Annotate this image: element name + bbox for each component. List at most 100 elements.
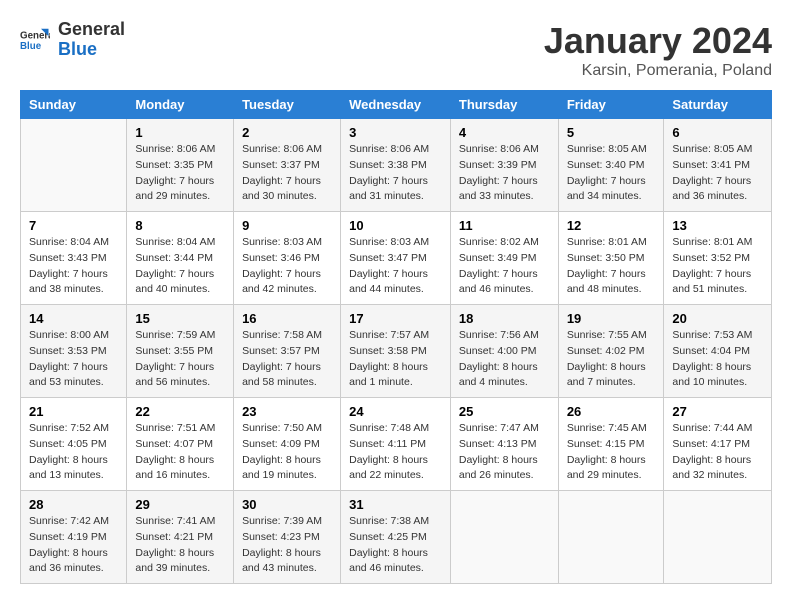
day-number: 16: [242, 311, 332, 326]
svg-text:Blue: Blue: [20, 41, 42, 52]
calendar-cell: 3 Sunrise: 8:06 AMSunset: 3:38 PMDaylight…: [341, 119, 451, 212]
week-row-2: 7 Sunrise: 8:04 AMSunset: 3:43 PMDaylight…: [21, 212, 772, 305]
cell-info: Sunrise: 7:47 AMSunset: 4:13 PMDaylight:…: [459, 421, 550, 484]
calendar-cell: 12 Sunrise: 8:01 AMSunset: 3:50 PMDayligh…: [558, 212, 664, 305]
cell-info: Sunrise: 7:45 AMSunset: 4:15 PMDaylight:…: [567, 421, 656, 484]
calendar-cell: 16 Sunrise: 7:58 AMSunset: 3:57 PMDayligh…: [234, 305, 341, 398]
cell-info: Sunrise: 8:05 AMSunset: 3:40 PMDaylight:…: [567, 142, 656, 205]
logo-icon: General Blue: [20, 25, 50, 55]
day-number: 4: [459, 125, 550, 140]
cell-info: Sunrise: 8:03 AMSunset: 3:46 PMDaylight:…: [242, 235, 332, 298]
calendar-cell: 22 Sunrise: 7:51 AMSunset: 4:07 PMDayligh…: [127, 398, 234, 491]
day-number: 15: [135, 311, 225, 326]
calendar-cell: [21, 119, 127, 212]
calendar-cell: 17 Sunrise: 7:57 AMSunset: 3:58 PMDayligh…: [341, 305, 451, 398]
header-cell-saturday: Saturday: [664, 91, 772, 119]
calendar-cell: 27 Sunrise: 7:44 AMSunset: 4:17 PMDayligh…: [664, 398, 772, 491]
calendar-cell: 13 Sunrise: 8:01 AMSunset: 3:52 PMDayligh…: [664, 212, 772, 305]
day-number: 20: [672, 311, 763, 326]
week-row-1: 1Sunrise: 8:06 AMSunset: 3:35 PMDaylight…: [21, 119, 772, 212]
calendar-cell: 29Sunrise: 7:41 AMSunset: 4:21 PMDayligh…: [127, 491, 234, 584]
day-number: 26: [567, 404, 656, 419]
cell-info: Sunrise: 7:56 AMSunset: 4:00 PMDaylight:…: [459, 328, 550, 391]
main-title: January 2024: [544, 20, 772, 62]
cell-info: Sunrise: 8:06 AMSunset: 3:38 PMDaylight:…: [349, 142, 442, 205]
cell-info: Sunrise: 7:39 AMSunset: 4:23 PMDaylight:…: [242, 514, 332, 577]
day-number: 7: [29, 218, 118, 233]
calendar-table: SundayMondayTuesdayWednesdayThursdayFrid…: [20, 90, 772, 584]
calendar-cell: 7 Sunrise: 8:04 AMSunset: 3:43 PMDaylight…: [21, 212, 127, 305]
cell-info: Sunrise: 8:04 AMSunset: 3:43 PMDaylight:…: [29, 235, 118, 298]
day-number: 8: [135, 218, 225, 233]
logo: General Blue General Blue: [20, 20, 125, 60]
cell-info: Sunrise: 8:01 AMSunset: 3:52 PMDaylight:…: [672, 235, 763, 298]
cell-info: Sunrise: 7:38 AMSunset: 4:25 PMDaylight:…: [349, 514, 442, 577]
cell-info: Sunrise: 7:48 AMSunset: 4:11 PMDaylight:…: [349, 421, 442, 484]
calendar-cell: 20 Sunrise: 7:53 AMSunset: 4:04 PMDayligh…: [664, 305, 772, 398]
calendar-cell: 1Sunrise: 8:06 AMSunset: 3:35 PMDaylight…: [127, 119, 234, 212]
day-number: 17: [349, 311, 442, 326]
calendar-body: 1Sunrise: 8:06 AMSunset: 3:35 PMDaylight…: [21, 119, 772, 584]
cell-info: Sunrise: 7:50 AMSunset: 4:09 PMDaylight:…: [242, 421, 332, 484]
calendar-cell: 8 Sunrise: 8:04 AMSunset: 3:44 PMDaylight…: [127, 212, 234, 305]
calendar-cell: 15Sunrise: 7:59 AMSunset: 3:55 PMDayligh…: [127, 305, 234, 398]
day-number: 10: [349, 218, 442, 233]
calendar-cell: 4Sunrise: 8:06 AMSunset: 3:39 PMDaylight…: [450, 119, 558, 212]
day-number: 19: [567, 311, 656, 326]
week-row-3: 14 Sunrise: 8:00 AMSunset: 3:53 PMDayligh…: [21, 305, 772, 398]
cell-info: Sunrise: 7:57 AMSunset: 3:58 PMDaylight:…: [349, 328, 442, 391]
calendar-cell: 2 Sunrise: 8:06 AMSunset: 3:37 PMDaylight…: [234, 119, 341, 212]
cell-info: Sunrise: 7:55 AMSunset: 4:02 PMDaylight:…: [567, 328, 656, 391]
calendar-cell: 26 Sunrise: 7:45 AMSunset: 4:15 PMDayligh…: [558, 398, 664, 491]
cell-info: Sunrise: 7:58 AMSunset: 3:57 PMDaylight:…: [242, 328, 332, 391]
day-number: 18: [459, 311, 550, 326]
calendar-cell: 24 Sunrise: 7:48 AMSunset: 4:11 PMDayligh…: [341, 398, 451, 491]
day-number: 3: [349, 125, 442, 140]
logo-line1: General: [58, 20, 125, 40]
cell-info: Sunrise: 8:04 AMSunset: 3:44 PMDaylight:…: [135, 235, 225, 298]
cell-info: Sunrise: 7:51 AMSunset: 4:07 PMDaylight:…: [135, 421, 225, 484]
calendar-cell: 5 Sunrise: 8:05 AMSunset: 3:40 PMDaylight…: [558, 119, 664, 212]
day-number: 24: [349, 404, 442, 419]
calendar-cell: [450, 491, 558, 584]
logo-line2: Blue: [58, 40, 125, 60]
calendar-cell: 6Sunrise: 8:05 AMSunset: 3:41 PMDaylight…: [664, 119, 772, 212]
cell-info: Sunrise: 7:44 AMSunset: 4:17 PMDaylight:…: [672, 421, 763, 484]
calendar-cell: 23Sunrise: 7:50 AMSunset: 4:09 PMDayligh…: [234, 398, 341, 491]
day-number: 5: [567, 125, 656, 140]
day-number: 27: [672, 404, 763, 419]
subtitle: Karsin, Pomerania, Poland: [544, 62, 772, 80]
day-number: 6: [672, 125, 763, 140]
calendar-header: SundayMondayTuesdayWednesdayThursdayFrid…: [21, 91, 772, 119]
cell-info: Sunrise: 8:02 AMSunset: 3:49 PMDaylight:…: [459, 235, 550, 298]
header-cell-friday: Friday: [558, 91, 664, 119]
day-number: 2: [242, 125, 332, 140]
cell-info: Sunrise: 8:06 AMSunset: 3:37 PMDaylight:…: [242, 142, 332, 205]
header-cell-wednesday: Wednesday: [341, 91, 451, 119]
day-number: 22: [135, 404, 225, 419]
day-number: 31: [349, 497, 442, 512]
cell-info: Sunrise: 7:53 AMSunset: 4:04 PMDaylight:…: [672, 328, 763, 391]
day-number: 9: [242, 218, 332, 233]
day-number: 12: [567, 218, 656, 233]
calendar-cell: 10Sunrise: 8:03 AMSunset: 3:47 PMDayligh…: [341, 212, 451, 305]
cell-info: Sunrise: 8:01 AMSunset: 3:50 PMDaylight:…: [567, 235, 656, 298]
calendar-cell: [664, 491, 772, 584]
cell-info: Sunrise: 7:52 AMSunset: 4:05 PMDaylight:…: [29, 421, 118, 484]
calendar-cell: 14 Sunrise: 8:00 AMSunset: 3:53 PMDayligh…: [21, 305, 127, 398]
calendar-cell: 31 Sunrise: 7:38 AMSunset: 4:25 PMDayligh…: [341, 491, 451, 584]
calendar-cell: 21Sunrise: 7:52 AMSunset: 4:05 PMDayligh…: [21, 398, 127, 491]
day-number: 13: [672, 218, 763, 233]
calendar-cell: 18 Sunrise: 7:56 AMSunset: 4:00 PMDayligh…: [450, 305, 558, 398]
calendar-cell: 30Sunrise: 7:39 AMSunset: 4:23 PMDayligh…: [234, 491, 341, 584]
page-header: General Blue General Blue January 2024 K…: [20, 20, 772, 80]
cell-info: Sunrise: 8:00 AMSunset: 3:53 PMDaylight:…: [29, 328, 118, 391]
calendar-cell: 25 Sunrise: 7:47 AMSunset: 4:13 PMDayligh…: [450, 398, 558, 491]
day-number: 14: [29, 311, 118, 326]
day-number: 28: [29, 497, 118, 512]
week-row-4: 21Sunrise: 7:52 AMSunset: 4:05 PMDayligh…: [21, 398, 772, 491]
calendar-cell: 19 Sunrise: 7:55 AMSunset: 4:02 PMDayligh…: [558, 305, 664, 398]
day-number: 25: [459, 404, 550, 419]
week-row-5: 28Sunrise: 7:42 AMSunset: 4:19 PMDayligh…: [21, 491, 772, 584]
title-block: January 2024 Karsin, Pomerania, Poland: [544, 20, 772, 80]
